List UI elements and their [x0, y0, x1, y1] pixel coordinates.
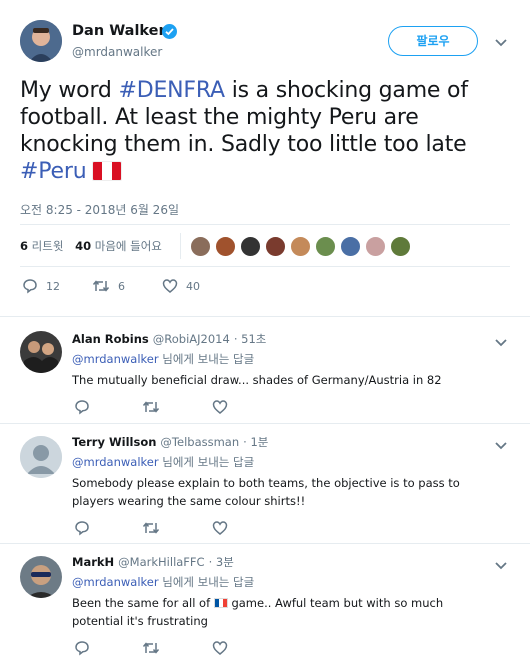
tweet-text: My word #DENFRA is a shocking game of fo… [20, 77, 500, 185]
reply-author-handle[interactable]: @MarkHillaFFC [118, 555, 204, 569]
liker-avatar[interactable] [240, 236, 261, 257]
reply-author[interactable]: MarkH @MarkHillaFFC · 3분 [72, 554, 234, 570]
author-name[interactable]: Dan Walker [72, 23, 166, 39]
liker-avatar[interactable] [340, 236, 361, 257]
replying-to: @mrdanwalker 님에게 보내는 답글 [72, 351, 254, 367]
author-avatar[interactable] [20, 20, 62, 62]
divider [20, 266, 510, 267]
divider [180, 233, 181, 259]
heart-icon [212, 641, 228, 655]
reply-author-name[interactable]: Terry Willson [72, 435, 156, 449]
reply-text: Been the same for all of game.. Awful te… [72, 594, 492, 630]
reply-text: Somebody please explain to both teams, t… [72, 476, 460, 508]
reply-author-handle[interactable]: @Telbassman [160, 435, 239, 449]
reply-actions [0, 520, 530, 538]
heart-icon [162, 279, 178, 293]
reply-text-part: Been the same for all of [72, 596, 214, 610]
avatar[interactable] [20, 556, 62, 598]
like-button[interactable] [212, 520, 228, 540]
like-label[interactable]: 마음에 들어요 [95, 239, 162, 253]
retweet-icon [92, 280, 110, 292]
like-count[interactable]: 40 [75, 239, 91, 253]
peru-flag-icon [92, 161, 123, 181]
reply-button[interactable] [74, 640, 90, 658]
reply-time[interactable]: · 1분 [243, 435, 268, 449]
follow-button[interactable]: 팔로우 [388, 26, 478, 56]
reply-text: The mutually beneficial draw... shades o… [72, 373, 442, 387]
chevron-down-icon[interactable] [494, 436, 508, 455]
reply-author[interactable]: Alan Robins @RobiAJ2014 · 51초 [72, 331, 266, 347]
retweet-label[interactable]: 리트윗 [32, 239, 64, 253]
mention-link[interactable]: @mrdanwalker [72, 352, 159, 366]
reply-icon [75, 400, 89, 415]
reply-author-name[interactable]: Alan Robins [72, 332, 149, 346]
reply-author-handle[interactable]: @RobiAJ2014 [153, 332, 230, 346]
retweet-icon [142, 522, 160, 534]
reply-icon [75, 641, 89, 656]
replying-to-suffix: 님에게 보내는 답글 [158, 575, 255, 589]
tweet-actions: 12 6 40 [0, 278, 530, 298]
main-tweet: Dan Walker @mrdanwalker 팔로우 My word #DEN… [0, 0, 530, 316]
liker-avatar[interactable] [265, 236, 286, 257]
chevron-down-icon[interactable] [494, 556, 508, 575]
verified-badge-icon [162, 24, 177, 39]
tweet-timestamp[interactable]: 오전 8:25 - 2018년 6월 26일 [20, 201, 179, 218]
chevron-down-icon[interactable] [494, 333, 508, 352]
avatar[interactable] [20, 331, 62, 373]
reply-count: 12 [46, 280, 60, 293]
divider [20, 224, 510, 225]
retweet-icon [142, 642, 160, 654]
avatar[interactable] [20, 436, 62, 478]
retweet-button[interactable]: 6 [92, 278, 125, 298]
mention-link[interactable]: @mrdanwalker [72, 455, 159, 469]
hashtag-link[interactable]: #Peru [20, 159, 87, 184]
reply-button[interactable]: 12 [22, 278, 60, 298]
heart-icon [212, 521, 228, 535]
heart-icon [212, 400, 228, 414]
like-button[interactable]: 40 [162, 278, 200, 298]
replying-to-suffix: 님에게 보내는 답글 [158, 352, 255, 366]
liker-avatar[interactable] [365, 236, 386, 257]
liker-avatar[interactable] [290, 236, 311, 257]
reply-author-name[interactable]: MarkH [72, 555, 114, 569]
retweet-count: 6 [118, 280, 125, 293]
tweet-text-part: My word [20, 78, 119, 103]
reply-time[interactable]: · 3분 [209, 555, 234, 569]
liker-avatar[interactable] [390, 236, 411, 257]
liker-avatar[interactable] [190, 236, 211, 257]
like-button[interactable] [212, 399, 228, 419]
reply-item: MarkH @MarkHillaFFC · 3분 @mrdanwalker 님에… [0, 543, 530, 658]
reply-author[interactable]: Terry Willson @Telbassman · 1분 [72, 434, 268, 450]
author-handle[interactable]: @mrdanwalker [72, 45, 162, 59]
like-button[interactable] [212, 640, 228, 658]
replying-to: @mrdanwalker 님에게 보내는 답글 [72, 574, 254, 590]
reply-item: Alan Robins @RobiAJ2014 · 51초 @mrdanwalk… [0, 316, 530, 423]
mention-link[interactable]: @mrdanwalker [72, 575, 159, 589]
reply-icon [23, 279, 37, 294]
replying-to-suffix: 님에게 보내는 답글 [158, 455, 255, 469]
reply-item: Terry Willson @Telbassman · 1분 @mrdanwal… [0, 423, 530, 543]
reply-actions [0, 399, 530, 417]
retweet-count[interactable]: 6 [20, 239, 28, 253]
reply-icon [75, 521, 89, 536]
retweet-button[interactable] [142, 399, 160, 419]
reply-actions [0, 640, 530, 658]
reply-time[interactable]: · 51초 [234, 332, 267, 346]
liker-avatar[interactable] [215, 236, 236, 257]
retweet-button[interactable] [142, 640, 160, 658]
hashtag-link[interactable]: #DENFRA [118, 78, 225, 103]
tweet-stats: 6 리트윗 40 마음에 들어요 [20, 238, 162, 254]
retweet-icon [142, 401, 160, 413]
france-flag-icon [213, 598, 228, 608]
reply-button[interactable] [74, 520, 90, 540]
chevron-down-icon[interactable] [494, 33, 508, 52]
retweet-button[interactable] [142, 520, 160, 540]
reply-button[interactable] [74, 399, 90, 419]
liker-avatar[interactable] [315, 236, 336, 257]
like-count: 40 [186, 280, 200, 293]
replying-to: @mrdanwalker 님에게 보내는 답글 [72, 454, 254, 470]
